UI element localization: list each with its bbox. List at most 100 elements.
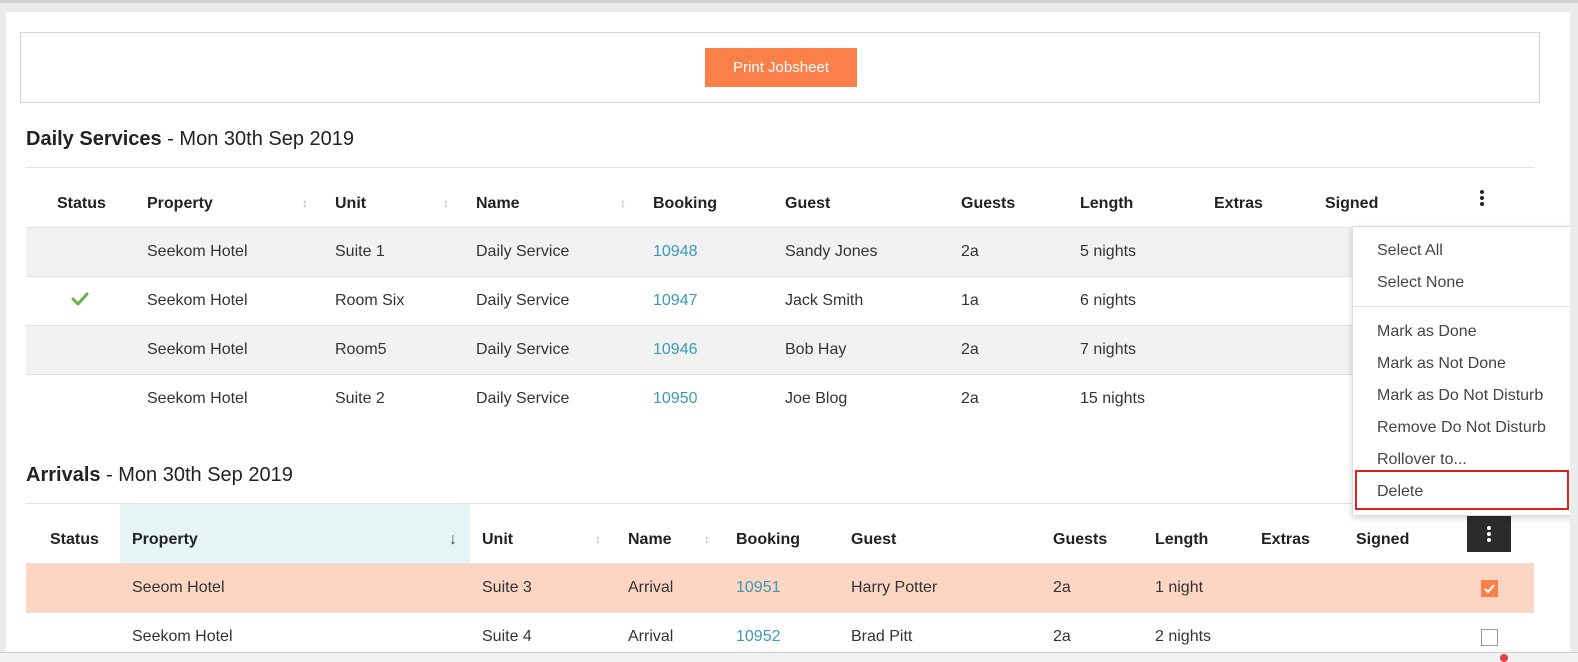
length-cell: 2 nights xyxy=(1155,628,1212,645)
browser-status-bar xyxy=(0,652,1578,662)
table-row[interactable]: Seekom Hotel Suite 2 Daily Service 10950… xyxy=(26,375,1534,424)
guest-cell: Bob Hay xyxy=(785,341,847,358)
menu-item-mark-done[interactable]: Mark as Done xyxy=(1377,323,1477,341)
unit-cell: Suite 3 xyxy=(482,579,532,596)
error-indicator-icon xyxy=(1500,654,1508,662)
guest-cell: Sandy Jones xyxy=(785,243,878,260)
bulk-actions-menu-icon[interactable] xyxy=(1474,188,1490,212)
length-cell: 5 nights xyxy=(1080,243,1137,260)
col-unit-header[interactable]: Unit xyxy=(335,195,366,213)
name-cell: Arrival xyxy=(628,579,674,596)
name-cell: Daily Service xyxy=(476,292,570,309)
guests-cell: 2a xyxy=(1053,628,1071,645)
done-check-icon xyxy=(71,292,89,306)
col-extras-header: Extras xyxy=(1214,195,1263,212)
daily-services-title-date: - Mon 30th Sep 2019 xyxy=(161,128,355,150)
property-cell: Seekom Hotel xyxy=(147,292,248,309)
menu-item-remove-do-not-disturb[interactable]: Remove Do Not Disturb xyxy=(1377,419,1546,437)
table-row[interactable]: Seekom Hotel Room Six Daily Service 1094… xyxy=(26,277,1534,326)
guests-cell: 2a xyxy=(961,243,979,260)
daily-services-title: Daily Services - Mon 30th Sep 2019 xyxy=(26,128,354,151)
sort-icon[interactable]: ↕ xyxy=(620,196,626,210)
col-status-header: Status xyxy=(57,195,106,212)
guest-cell: Harry Potter xyxy=(851,579,938,596)
property-cell: Seekom Hotel xyxy=(147,243,248,260)
window-top-border xyxy=(0,0,1578,3)
jobsheet-page: Print Jobsheet Daily Services - Mon 30th… xyxy=(6,12,1570,652)
guest-cell: Jack Smith xyxy=(785,292,864,309)
arrivals-title: Arrivals - Mon 30th Sep 2019 xyxy=(26,464,293,487)
sort-icon[interactable]: ↕ xyxy=(704,532,710,546)
print-panel: Print Jobsheet xyxy=(20,32,1540,103)
guests-cell: 2a xyxy=(961,341,979,358)
property-cell: Seekom Hotel xyxy=(147,341,248,358)
bulk-actions-menu-button[interactable] xyxy=(1467,515,1511,552)
unit-cell: Suite 2 xyxy=(335,390,385,407)
col-name-header[interactable]: Name xyxy=(628,531,672,549)
menu-item-select-all[interactable]: Select All xyxy=(1377,242,1443,260)
col-length-header: Length xyxy=(1155,531,1209,548)
section-divider xyxy=(26,167,1534,168)
property-cell: Seekom Hotel xyxy=(147,390,248,407)
guests-cell: 1a xyxy=(961,292,979,309)
menu-item-mark-not-done[interactable]: Mark as Not Done xyxy=(1377,355,1506,373)
table-row[interactable]: Seekom Hotel Suite 1 Daily Service 10948… xyxy=(26,228,1534,277)
booking-link[interactable]: 10951 xyxy=(736,579,781,597)
table-row[interactable]: Seekom Hotel Suite 4 Arrival 10952 Brad … xyxy=(26,613,1534,652)
row-select-checkbox[interactable] xyxy=(1481,580,1498,597)
sort-descending-icon[interactable]: ↓ xyxy=(449,531,457,549)
print-jobsheet-button[interactable]: Print Jobsheet xyxy=(705,48,857,87)
sort-icon[interactable]: ↕ xyxy=(302,196,308,210)
length-cell: 6 nights xyxy=(1080,292,1137,309)
length-cell: 15 nights xyxy=(1080,390,1145,407)
arrivals-title-date: - Mon 30th Sep 2019 xyxy=(100,464,293,486)
guest-cell: Joe Blog xyxy=(785,390,848,407)
booking-link[interactable]: 10952 xyxy=(736,628,781,646)
arrivals-title-bold: Arrivals xyxy=(26,464,101,486)
length-cell: 1 night xyxy=(1155,579,1204,596)
booking-link[interactable]: 10946 xyxy=(653,341,698,359)
booking-link[interactable]: 10947 xyxy=(653,292,698,310)
length-cell: 7 nights xyxy=(1080,341,1137,358)
table-row[interactable]: Seekom Hotel Room5 Daily Service 10946 B… xyxy=(26,326,1534,375)
unit-cell: Room Six xyxy=(335,292,405,309)
name-cell: Daily Service xyxy=(476,243,570,260)
col-signed-header: Signed xyxy=(1356,531,1410,548)
bulk-actions-dropdown: Select All Select None Mark as Done Mark… xyxy=(1352,226,1570,516)
guests-cell: 2a xyxy=(961,390,979,407)
booking-link[interactable]: 10948 xyxy=(653,243,698,261)
guests-cell: 2a xyxy=(1053,579,1071,596)
unit-cell: Room5 xyxy=(335,341,387,358)
property-cell: Seeom Hotel xyxy=(132,579,225,596)
menu-item-rollover[interactable]: Rollover to... xyxy=(1377,451,1467,469)
unit-cell: Suite 1 xyxy=(335,243,385,260)
col-booking-header: Booking xyxy=(736,531,800,548)
name-cell: Arrival xyxy=(628,628,674,645)
name-cell: Daily Service xyxy=(476,341,570,358)
row-select-checkbox[interactable] xyxy=(1481,629,1498,646)
sort-icon[interactable]: ↕ xyxy=(595,532,601,546)
col-guests-header: Guests xyxy=(1053,531,1108,548)
col-guest-header: Guest xyxy=(851,531,897,548)
col-name-header[interactable]: Name xyxy=(476,195,520,213)
col-property-header[interactable]: Property xyxy=(147,195,213,213)
menu-item-select-none[interactable]: Select None xyxy=(1377,274,1464,292)
menu-item-mark-do-not-disturb[interactable]: Mark as Do Not Disturb xyxy=(1377,387,1543,405)
booking-link[interactable]: 10950 xyxy=(653,390,698,408)
col-status-header: Status xyxy=(50,531,99,548)
col-guests-header: Guests xyxy=(961,195,1016,212)
sort-icon[interactable]: ↕ xyxy=(443,196,449,210)
col-length-header: Length xyxy=(1080,195,1134,212)
daily-services-title-bold: Daily Services xyxy=(26,128,162,150)
guest-cell: Brad Pitt xyxy=(851,628,913,645)
menu-separator xyxy=(1353,306,1570,307)
unit-cell: Suite 4 xyxy=(482,628,532,645)
col-unit-header[interactable]: Unit xyxy=(482,531,513,549)
name-cell: Daily Service xyxy=(476,390,570,407)
property-cell: Seekom Hotel xyxy=(132,628,233,645)
table-row[interactable]: Seeom Hotel Suite 3 Arrival 10951 Harry … xyxy=(26,564,1534,613)
col-property-header[interactable]: Property xyxy=(132,531,198,549)
col-booking-header: Booking xyxy=(653,195,717,212)
menu-item-delete[interactable]: Delete xyxy=(1377,483,1423,501)
col-guest-header: Guest xyxy=(785,195,831,212)
